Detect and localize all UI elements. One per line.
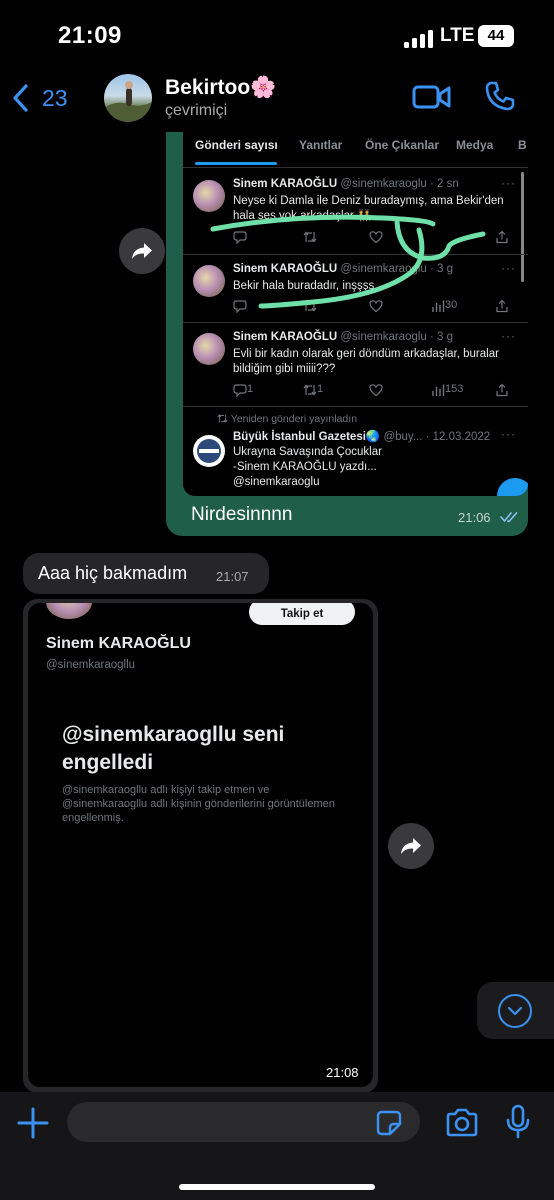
message-image[interactable]: Takip et Sinem KARAOĞLU @sinemkaraogllu …: [28, 603, 373, 1087]
message-time: 21:08: [326, 1065, 359, 1080]
read-receipt-icon: [500, 512, 518, 523]
message-text: Nirdesinnnn: [191, 504, 293, 525]
message-time: 21:07: [216, 569, 249, 584]
camera-icon[interactable]: [445, 1108, 479, 1138]
blocked-title: @sinemkaraogllu seni engelledi: [62, 723, 285, 774]
status-bar: 21:09 LTE 44: [0, 0, 554, 72]
battery-icon: 44: [478, 25, 514, 47]
forward-icon: [401, 838, 421, 854]
chevron-left-icon: [13, 84, 28, 112]
scroll-to-bottom-button[interactable]: [477, 982, 554, 1039]
follow-button: Takip et: [249, 603, 355, 625]
back-button[interactable]: 23: [10, 82, 68, 114]
chat-header: 23 Bekirtoo🌸 çevrimiçi: [0, 70, 554, 132]
unread-count: 23: [42, 84, 68, 111]
plus-icon[interactable]: [16, 1106, 50, 1140]
forward-button[interactable]: [388, 823, 434, 869]
contact-name[interactable]: Bekirtoo🌸: [165, 76, 276, 100]
signal-icon: [404, 28, 434, 48]
profile-name: Sinem KARAOĞLU: [46, 635, 191, 652]
contact-status: çevrimiçi: [165, 102, 228, 119]
message-text: Aaa hiç bakmadım: [38, 563, 188, 583]
highlight-annotation: [210, 214, 486, 309]
message-image[interactable]: · · · · · · · · · · · · · · Gönderi sayı…: [183, 132, 528, 496]
blocked-description: @sinemkaraogllu adlı kişiyi takip etmen …: [62, 784, 335, 824]
avatar[interactable]: [104, 74, 152, 122]
outgoing-message[interactable]: · · · · · · · · · · · · · · Gönderi sayı…: [166, 132, 528, 536]
message-input[interactable]: [67, 1102, 420, 1142]
forward-icon: [132, 243, 152, 259]
home-indicator: [179, 1184, 375, 1190]
profile-handle: @sinemkaraogllu: [46, 659, 136, 671]
composer-bar: [0, 1092, 554, 1200]
forward-button[interactable]: [119, 228, 165, 274]
network-label: LTE: [440, 25, 475, 46]
incoming-image-message[interactable]: Takip et Sinem KARAOĞLU @sinemkaraogllu …: [23, 599, 378, 1093]
chat-area[interactable]: · · · · · · · · · · · · · · Gönderi sayı…: [0, 132, 554, 1100]
video-icon[interactable]: [412, 82, 452, 112]
status-time: 21:09: [58, 22, 122, 49]
message-time: 21:06: [458, 510, 491, 525]
chevron-down-icon: [508, 1006, 522, 1016]
phone-icon[interactable]: [484, 80, 516, 112]
incoming-message[interactable]: Aaa hiç bakmadım 21:07: [23, 553, 269, 594]
avatar: [46, 603, 92, 619]
mic-icon[interactable]: [505, 1104, 531, 1140]
sticker-icon[interactable]: [376, 1110, 402, 1136]
